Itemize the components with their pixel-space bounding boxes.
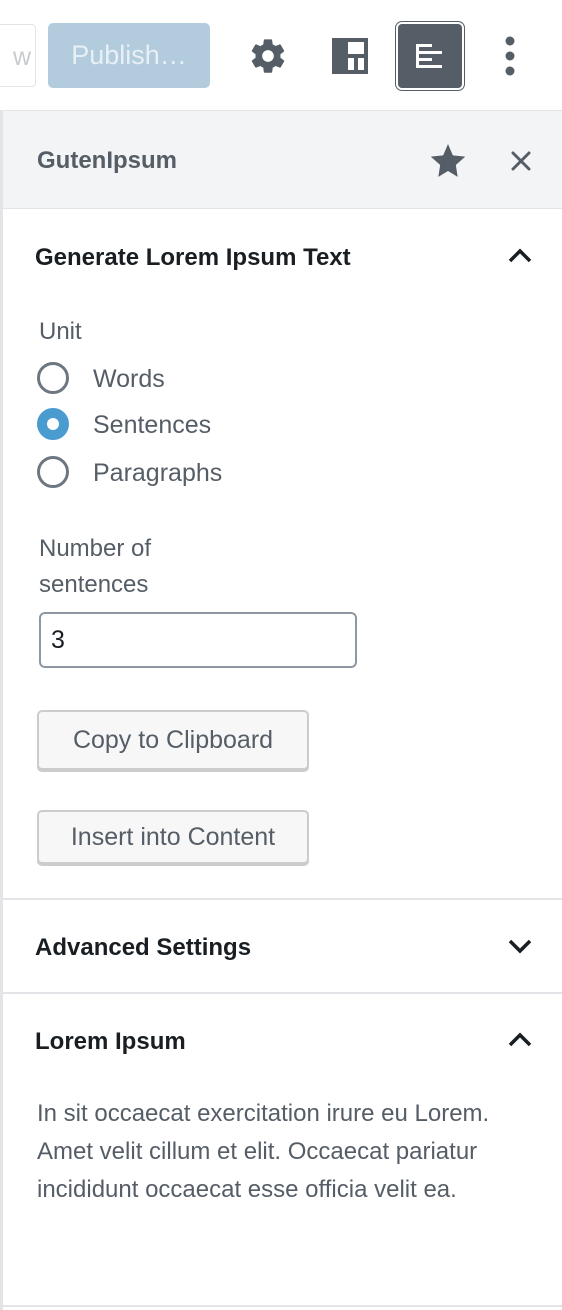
number-label-line2: sentences bbox=[39, 571, 149, 598]
gutenipsum-sidebar-toggle[interactable] bbox=[396, 22, 464, 90]
preview-button-label: w bbox=[12, 43, 31, 71]
panel-divider bbox=[3, 1305, 562, 1307]
radio-paragraphs-label[interactable]: Paragraphs bbox=[93, 459, 222, 488]
chevron-up-icon bbox=[505, 1025, 535, 1055]
plugin-sidebar: GutenIpsum Generate Lorem Ipsum Text Uni… bbox=[0, 111, 562, 1310]
advanced-settings-title: Advanced Settings bbox=[35, 934, 252, 961]
radio-sentences[interactable] bbox=[37, 408, 69, 440]
lorem-ipsum-panel-title: Lorem Ipsum bbox=[35, 1028, 186, 1055]
more-menu-button[interactable] bbox=[478, 24, 542, 88]
editor-toolbar: w Publish… bbox=[0, 0, 562, 111]
settings-button[interactable] bbox=[236, 24, 300, 88]
close-icon bbox=[511, 151, 531, 171]
sidebar-title: GutenIpsum bbox=[37, 147, 178, 174]
chevron-up-icon bbox=[505, 241, 535, 271]
unit-label: Unit bbox=[39, 318, 82, 345]
generate-panel-toggle[interactable]: Generate Lorem Ipsum Text bbox=[3, 210, 562, 304]
advanced-settings-panel-toggle[interactable]: Advanced Settings bbox=[3, 900, 562, 994]
number-of-sentences-input[interactable]: 3 bbox=[39, 612, 357, 668]
insert-into-content-button[interactable]: Insert into Content bbox=[37, 810, 309, 864]
radio-words-label[interactable]: Words bbox=[93, 365, 165, 394]
chevron-down-icon bbox=[505, 931, 535, 961]
generated-lorem-text: In sit occaecat exercitation irure eu Lo… bbox=[37, 1100, 490, 1203]
pin-star-button[interactable] bbox=[427, 141, 469, 183]
close-sidebar-button[interactable] bbox=[501, 141, 541, 181]
number-label-line1: Number of bbox=[39, 535, 152, 562]
publish-button[interactable]: Publish… bbox=[48, 23, 210, 88]
radio-paragraphs[interactable] bbox=[37, 456, 69, 488]
lorem-ipsum-panel-toggle[interactable]: Lorem Ipsum bbox=[3, 994, 562, 1088]
block-navigation-icon bbox=[332, 38, 368, 74]
radio-sentences-label[interactable]: Sentences bbox=[93, 411, 211, 440]
generate-panel-title: Generate Lorem Ipsum Text bbox=[35, 244, 351, 271]
copy-to-clipboard-button[interactable]: Copy to Clipboard bbox=[37, 710, 309, 770]
sidebar-plugin-icon bbox=[416, 44, 442, 68]
more-vertical-icon bbox=[505, 36, 515, 76]
preview-button[interactable]: w bbox=[0, 24, 36, 87]
star-filled-icon bbox=[430, 144, 466, 177]
radio-words[interactable] bbox=[37, 362, 69, 394]
sidebar-header: GutenIpsum bbox=[3, 111, 562, 209]
block-navigation-button[interactable] bbox=[318, 24, 382, 88]
gear-icon bbox=[251, 39, 285, 73]
